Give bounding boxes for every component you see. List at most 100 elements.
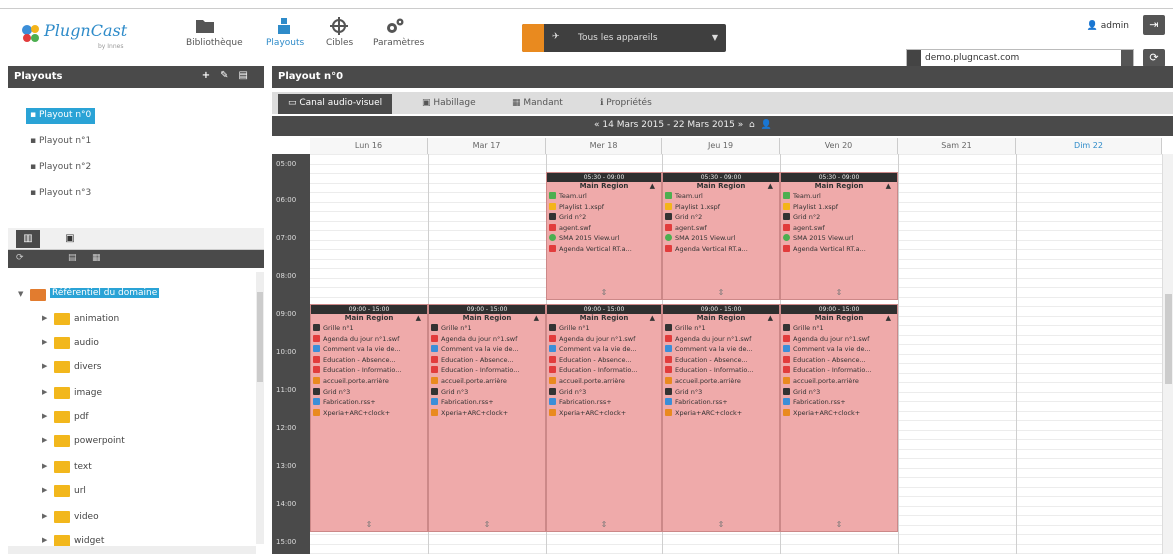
event-item[interactable]: Playlist 1.xspf xyxy=(547,202,661,214)
event-item[interactable]: Grid n°3 xyxy=(311,387,427,399)
add-icon[interactable]: + xyxy=(202,70,220,81)
resize-handle-icon[interactable]: ⇕ xyxy=(547,288,661,297)
chevron-up-icon[interactable]: ▲ xyxy=(886,182,891,190)
tab-image-view[interactable]: ▣ xyxy=(58,230,82,248)
user-menu[interactable]: 👤 admin xyxy=(1087,21,1129,31)
list-icon[interactable]: ▤ xyxy=(68,253,77,263)
chevron-up-icon[interactable]: ▲ xyxy=(534,314,539,322)
device-filter-icon[interactable] xyxy=(522,24,544,52)
resize-handle-icon[interactable]: ⇕ xyxy=(781,288,897,297)
nav-parametres[interactable]: Paramètres xyxy=(373,17,424,57)
expand-arrow-icon[interactable]: ▶ xyxy=(42,412,47,420)
resize-handle-icon[interactable]: ⇕ xyxy=(663,288,779,297)
scrollbar-thumb[interactable] xyxy=(257,292,263,382)
event-item[interactable]: Agenda du jour n°1.swf xyxy=(547,334,661,346)
event-item[interactable]: Agenda du jour n°1.swf xyxy=(311,334,427,346)
event-item[interactable]: accueil.porte.arrière xyxy=(547,376,661,388)
nav-playouts[interactable]: Playouts xyxy=(266,17,304,57)
chevron-up-icon[interactable]: ▲ xyxy=(886,314,891,322)
tab-list-view[interactable]: ▥ xyxy=(16,230,40,248)
event-item[interactable]: Xperia+ARC+clock+ xyxy=(311,408,427,420)
event-item[interactable]: Fabrication.rss+ xyxy=(429,398,545,409)
event-item[interactable]: Grid n°3 xyxy=(663,387,779,399)
event-item[interactable]: Grille n°1 xyxy=(311,324,427,335)
event-item[interactable]: Xperia+ARC+clock+ xyxy=(781,408,897,420)
event-item[interactable]: Education - Absence... xyxy=(429,355,545,367)
event-item[interactable]: SMA 2015 View.url xyxy=(663,234,779,245)
event-item[interactable]: accueil.porte.arrière xyxy=(429,376,545,388)
playout-item[interactable]: ▪ Playout n°1 xyxy=(26,134,95,150)
tab-canal[interactable]: ▭ Canal audio-visuel xyxy=(278,94,393,114)
event-item[interactable]: Grid n°3 xyxy=(429,387,545,399)
event-item[interactable]: Grille n°1 xyxy=(429,324,545,335)
event-item[interactable]: Education - Absence... xyxy=(781,355,897,367)
logout-button[interactable]: ⇥ xyxy=(1143,15,1165,35)
event-item[interactable]: Agenda du jour n°1.swf xyxy=(781,334,897,346)
event-item[interactable]: Education - Informatio... xyxy=(311,366,427,377)
device-selector[interactable]: ✈ Tous les appareils ▼ xyxy=(522,24,726,52)
expand-arrow-icon[interactable]: ▶ xyxy=(42,436,47,444)
expand-arrow-icon[interactable]: ▶ xyxy=(42,362,47,370)
next-week-icon[interactable]: » xyxy=(738,120,744,130)
tab-mandant[interactable]: ▦ Mandant xyxy=(502,94,573,114)
refresh-icon[interactable]: ⟳ xyxy=(16,253,24,263)
event-item[interactable]: Grille n°1 xyxy=(547,324,661,335)
calendar-scrollbar[interactable] xyxy=(1162,154,1173,554)
schedule-event[interactable]: 09:00 - 15:00 Main Region ▲ Grille n°1 Ag… xyxy=(428,304,546,532)
event-item[interactable]: Grid n°2 xyxy=(781,213,897,224)
schedule-event[interactable]: 09:00 - 15:00 Main Region ▲ Grille n°1 Ag… xyxy=(662,304,780,532)
event-item[interactable]: SMA 2015 View.url xyxy=(547,234,661,245)
nav-cibles[interactable]: Cibles xyxy=(326,17,353,57)
schedule-event[interactable]: 05:30 - 09:00 Main Region ▲ Team.url Play… xyxy=(546,172,662,300)
expand-arrow-icon[interactable]: ▼ xyxy=(18,290,23,298)
event-item[interactable]: Agenda Vertical RT.a... xyxy=(781,244,897,256)
event-item[interactable]: Playlist 1.xspf xyxy=(663,202,779,214)
event-item[interactable]: agent.swf xyxy=(781,223,897,235)
resize-handle-icon[interactable]: ⇕ xyxy=(311,520,427,529)
resize-handle-icon[interactable]: ⇕ xyxy=(429,520,545,529)
event-item[interactable]: Education - Absence... xyxy=(663,355,779,367)
logo[interactable]: PlugnCast by Innes xyxy=(20,17,140,51)
event-item[interactable]: Comment va la vie de... xyxy=(781,345,897,356)
schedule-event[interactable]: 05:30 - 09:00 Main Region ▲ Team.url Play… xyxy=(662,172,780,300)
event-item[interactable]: Comment va la vie de... xyxy=(429,345,545,356)
event-item[interactable]: Comment va la vie de... xyxy=(311,345,427,356)
chevron-up-icon[interactable]: ▲ xyxy=(650,314,655,322)
event-item[interactable]: accueil.porte.arrière xyxy=(781,376,897,388)
event-item[interactable]: Playlist 1.xspf xyxy=(781,202,897,214)
event-item[interactable]: Fabrication.rss+ xyxy=(781,398,897,409)
event-item[interactable]: Grid n°2 xyxy=(547,213,661,224)
chevron-down-icon[interactable] xyxy=(1121,50,1133,66)
grid-icon[interactable]: ▦ xyxy=(92,253,101,263)
event-item[interactable]: Fabrication.rss+ xyxy=(547,398,661,409)
event-item[interactable]: Education - Informatio... xyxy=(781,366,897,377)
scrollbar-thumb[interactable] xyxy=(1165,294,1172,384)
event-item[interactable]: Comment va la vie de... xyxy=(547,345,661,356)
domain-select[interactable]: demo.plugncast.com xyxy=(906,49,1134,67)
event-item[interactable]: agent.swf xyxy=(663,223,779,235)
event-item[interactable]: Grille n°1 xyxy=(781,324,897,335)
edit-icon[interactable]: ✎ xyxy=(220,70,238,81)
user-icon[interactable]: 👤 xyxy=(760,120,771,130)
event-item[interactable]: Agenda du jour n°1.swf xyxy=(429,334,545,346)
schedule-event[interactable]: 09:00 - 15:00 Main Region ▲ Grille n°1 Ag… xyxy=(310,304,428,532)
event-item[interactable]: Team.url xyxy=(547,192,661,203)
tab-proprietes[interactable]: ℹ Propriétés xyxy=(590,94,662,114)
event-item[interactable]: Education - Informatio... xyxy=(663,366,779,377)
expand-arrow-icon[interactable]: ▶ xyxy=(42,512,47,520)
resize-handle-icon[interactable]: ⇕ xyxy=(781,520,897,529)
event-item[interactable]: accueil.porte.arrière xyxy=(311,376,427,388)
prev-week-icon[interactable]: « xyxy=(594,120,600,130)
event-item[interactable]: Agenda Vertical RT.a... xyxy=(547,244,661,256)
expand-arrow-icon[interactable]: ▶ xyxy=(42,536,47,544)
playout-item[interactable]: ▪ Playout n°0 xyxy=(26,108,96,124)
event-item[interactable]: Education - Informatio... xyxy=(429,366,545,377)
event-item[interactable]: Agenda Vertical RT.a... xyxy=(663,244,779,256)
event-item[interactable]: Team.url xyxy=(663,192,779,203)
chevron-up-icon[interactable]: ▲ xyxy=(768,182,773,190)
tree-hscrollbar[interactable] xyxy=(8,546,256,554)
home-icon[interactable]: ⌂ xyxy=(749,120,755,130)
expand-arrow-icon[interactable]: ▶ xyxy=(42,314,47,322)
schedule-event[interactable]: 09:00 - 15:00 Main Region ▲ Grille n°1 Ag… xyxy=(780,304,898,532)
chevron-up-icon[interactable]: ▲ xyxy=(650,182,655,190)
